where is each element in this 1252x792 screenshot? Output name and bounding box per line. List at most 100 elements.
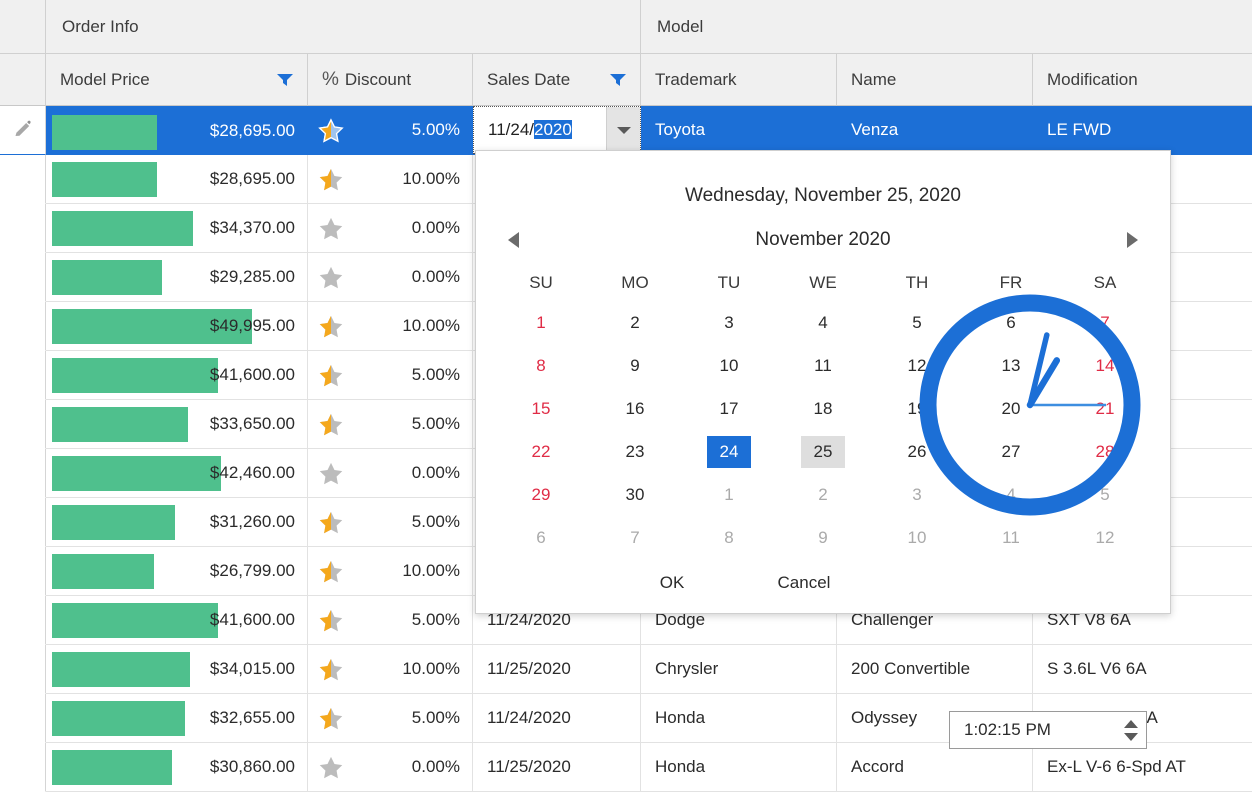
cell-trademark[interactable]: Toyota [641,106,837,155]
row-indicator-cell[interactable] [0,155,46,204]
calendar-day-cell[interactable]: 9 [588,344,682,387]
calendar-day-cell[interactable]: 10 [682,344,776,387]
cell-trademark[interactable]: Honda [641,743,837,792]
band-model[interactable]: Model [641,0,1252,54]
cell-model-price[interactable]: $41,600.00 [46,596,308,645]
calendar-day-cell[interactable]: 1 [682,473,776,516]
sales-date-editor-text[interactable]: 11/24/2020 [474,120,606,140]
calendar-day-cell[interactable]: 18 [776,387,870,430]
cell-modification[interactable]: Ex-L V-6 6-Spd AT [1033,743,1252,792]
time-value[interactable]: 1:02:15 PM [950,720,1116,740]
cell-discount[interactable]: 5.00% [308,498,473,547]
column-header-discount[interactable]: % Discount [308,54,473,106]
row-indicator-cell[interactable] [0,449,46,498]
star-icon[interactable] [318,216,344,241]
cell-model-price[interactable]: $29,285.00 [46,253,308,302]
cell-name[interactable]: 200 Convertible [837,645,1033,694]
cell-model-price[interactable]: $26,799.00 [46,547,308,596]
cell-model-price[interactable]: $34,015.00 [46,645,308,694]
cancel-button[interactable]: Cancel [765,573,843,593]
cell-sales-date[interactable]: 11/24/2020 [473,694,641,743]
cell-discount[interactable]: 5.00% [308,694,473,743]
star-icon[interactable] [318,314,344,339]
calendar-day-cell[interactable]: 7 [588,516,682,559]
cell-model-price[interactable]: $28,695.00 [46,106,308,155]
cell-model-price[interactable]: $49,995.00 [46,302,308,351]
star-icon[interactable] [318,118,344,143]
row-indicator-cell[interactable] [0,547,46,596]
cell-sales-date[interactable]: 11/25/2020 [473,645,641,694]
cell-discount[interactable]: 10.00% [308,645,473,694]
cell-name[interactable]: Accord [837,743,1033,792]
cell-discount[interactable]: 0.00% [308,449,473,498]
cell-model-price[interactable]: $31,260.00 [46,498,308,547]
star-icon[interactable] [318,657,344,682]
time-spinner[interactable] [1116,712,1146,748]
row-indicator-cell[interactable] [0,351,46,400]
cell-discount[interactable]: 10.00% [308,155,473,204]
ok-button[interactable]: OK [633,573,711,593]
cell-trademark[interactable]: Honda [641,694,837,743]
table-row[interactable]: $34,015.00 10.00% 11/25/2020 Chrysler 20… [0,645,1252,694]
arrow-right-icon[interactable] [1127,232,1138,248]
sales-date-editor[interactable]: 11/24/2020 [473,106,641,154]
cell-discount[interactable]: 0.00% [308,204,473,253]
date-picker-month-label[interactable]: November 2020 [519,229,1127,251]
column-header-modification[interactable]: Modification [1033,54,1252,106]
table-row[interactable]: $30,860.00 0.00% 11/25/2020 Honda Accord… [0,743,1252,792]
cell-discount[interactable]: 0.00% [308,743,473,792]
calendar-day-cell[interactable]: 29 [494,473,588,516]
cell-discount[interactable]: 5.00% [308,400,473,449]
row-indicator-cell[interactable] [0,596,46,645]
calendar-day-cell[interactable]: 30 [588,473,682,516]
star-icon[interactable] [318,755,344,780]
star-icon[interactable] [318,510,344,535]
column-header-trademark[interactable]: Trademark [641,54,837,106]
star-icon[interactable] [318,412,344,437]
cell-model-price[interactable]: $42,460.00 [46,449,308,498]
filter-icon[interactable] [610,74,626,86]
filter-icon[interactable] [277,74,293,86]
calendar-day-cell[interactable]: 23 [588,430,682,473]
column-header-model-price[interactable]: Model Price [46,54,308,106]
calendar-day-cell[interactable]: 17 [682,387,776,430]
date-dropdown-button[interactable] [606,107,640,153]
calendar-day-cell[interactable]: 9 [776,516,870,559]
cell-model-price[interactable]: $33,650.00 [46,400,308,449]
calendar-day-cell[interactable]: 4 [776,301,870,344]
calendar-day-cell[interactable]: 24 [682,430,776,473]
cell-model-price[interactable]: $41,600.00 [46,351,308,400]
cell-name[interactable]: Venza [837,106,1033,155]
column-header-sales-date[interactable]: Sales Date [473,54,641,106]
cell-discount[interactable]: 5.00% [308,106,473,155]
cell-modification[interactable]: LE FWD [1033,106,1252,155]
column-header-name[interactable]: Name [837,54,1033,106]
cell-modification[interactable]: S 3.6L V6 6A [1033,645,1252,694]
star-icon[interactable] [318,265,344,290]
calendar-day-cell[interactable]: 8 [682,516,776,559]
calendar-day-cell[interactable]: 16 [588,387,682,430]
cell-discount[interactable]: 10.00% [308,302,473,351]
spinner-down-icon[interactable] [1124,733,1138,741]
row-indicator-cell[interactable] [0,694,46,743]
row-indicator-cell[interactable] [0,498,46,547]
cell-trademark[interactable]: Chrysler [641,645,837,694]
star-icon[interactable] [318,167,344,192]
row-indicator-cell[interactable] [0,743,46,792]
time-spin-edit[interactable]: 1:02:15 PM [949,711,1147,749]
cell-sales-date[interactable]: 11/25/2020 [473,743,641,792]
calendar-day-cell[interactable]: 2 [776,473,870,516]
calendar-day-cell[interactable]: 6 [494,516,588,559]
calendar-day-cell[interactable]: 15 [494,387,588,430]
cell-model-price[interactable]: $30,860.00 [46,743,308,792]
cell-discount[interactable]: 5.00% [308,351,473,400]
calendar-day-cell[interactable]: 22 [494,430,588,473]
row-indicator-cell[interactable] [0,302,46,351]
cell-discount[interactable]: 0.00% [308,253,473,302]
cell-model-price[interactable]: $34,370.00 [46,204,308,253]
band-order-info[interactable]: Order Info [46,0,641,54]
calendar-day-cell[interactable]: 25 [776,430,870,473]
calendar-day-cell[interactable]: 1 [494,301,588,344]
star-icon[interactable] [318,363,344,388]
calendar-day-cell[interactable]: 11 [776,344,870,387]
